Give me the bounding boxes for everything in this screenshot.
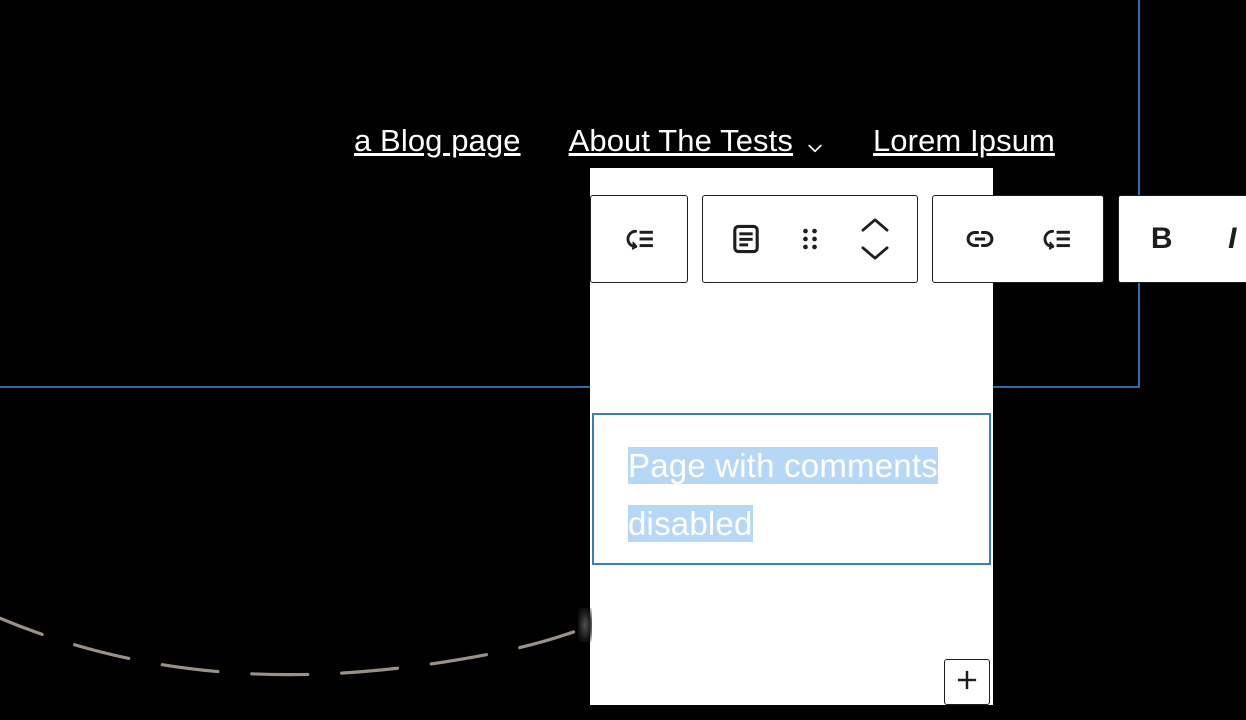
change-block-type-icon[interactable] [611, 205, 667, 273]
paragraph-block-icon[interactable] [718, 205, 774, 273]
drag-handle-icon[interactable] [782, 205, 838, 273]
toolbar-group-text-style: B I [1118, 195, 1246, 283]
toolbar-group-transform [590, 195, 688, 283]
link-icon[interactable] [952, 205, 1008, 273]
paragraph-block-text[interactable]: Page with comments disabled [628, 437, 958, 553]
bold-label: B [1150, 222, 1173, 255]
italic-label: I [1228, 222, 1237, 255]
bold-icon[interactable]: B [1134, 205, 1190, 273]
selected-paragraph-block[interactable]: Page with comments disabled [592, 413, 991, 565]
footnote-icon[interactable] [1028, 205, 1084, 273]
nav-item-about-the-tests[interactable]: About The Tests [569, 125, 825, 156]
block-toolbar: B I [590, 195, 1246, 283]
toolbar-group-block-controls [702, 195, 918, 283]
move-up-down-icon [847, 205, 903, 273]
block-guide-vertical [1138, 0, 1140, 388]
nav-item-blog-page[interactable]: a Blog page [354, 125, 521, 156]
chevron-down-icon [805, 132, 825, 153]
move-up-button[interactable] [860, 216, 890, 234]
nav-item-label: About The Tests [568, 122, 793, 158]
italic-icon[interactable]: I [1204, 205, 1246, 273]
plus-icon [953, 666, 981, 699]
highlighted-text: Page with comments disabled [628, 447, 938, 542]
site-navigation: a Blog page About The Tests Lorem Ipsum [0, 112, 1246, 168]
toolbar-group-format [932, 195, 1104, 283]
move-down-button[interactable] [860, 244, 890, 262]
nav-item-lorem-ipsum[interactable]: Lorem Ipsum [873, 125, 1055, 156]
nav-item-label: a Blog page [354, 122, 521, 158]
decorative-dashed-curve [0, 610, 622, 677]
nav-item-label: Lorem Ipsum [872, 122, 1055, 158]
block-appender-button[interactable] [944, 659, 990, 705]
